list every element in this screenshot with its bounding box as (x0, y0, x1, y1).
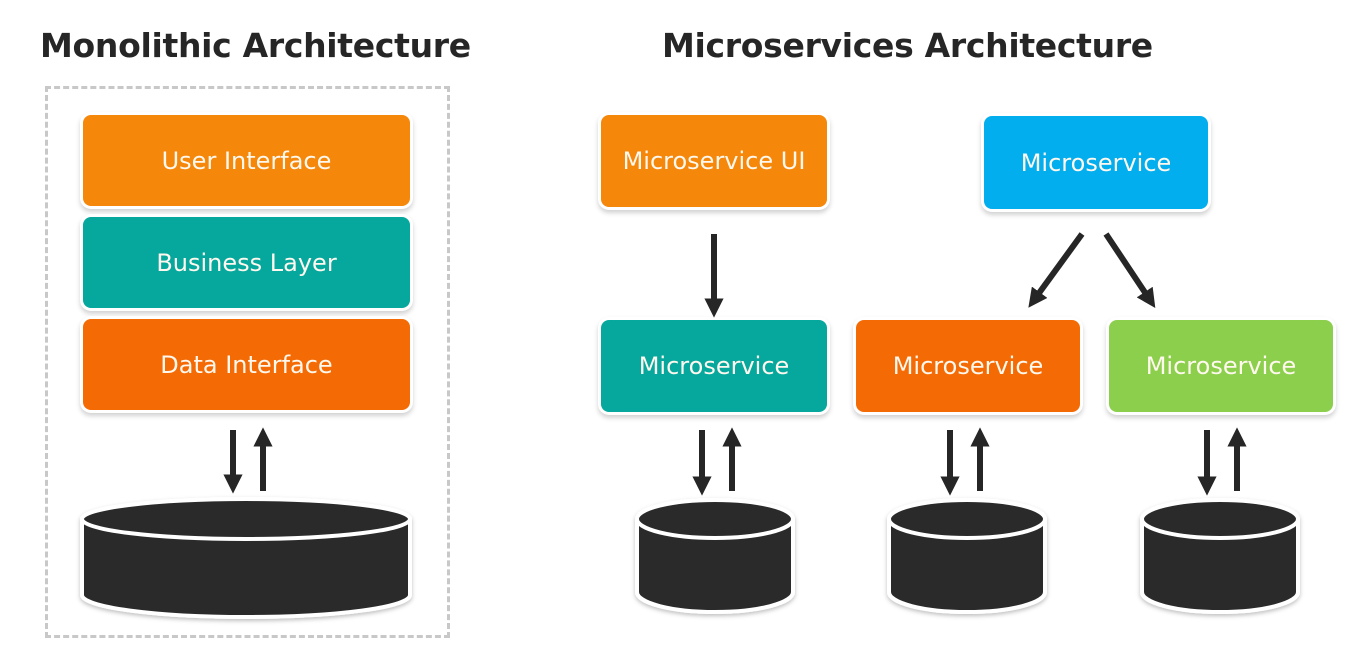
arrow-diagonal-right-icon (1103, 232, 1156, 308)
node-label: Microservice (1145, 352, 1297, 380)
layer-label: Data Interface (160, 350, 333, 379)
node-label: Microservice (638, 352, 790, 380)
node-label: Microservice UI (622, 147, 806, 175)
user-interface-layer: User Interface (83, 115, 410, 206)
microservice-db-group (635, 427, 795, 614)
database-icon (635, 498, 795, 614)
database-icon (1140, 498, 1300, 614)
layer-label: User Interface (161, 146, 332, 175)
microservice-top-node: Microservice (984, 116, 1208, 209)
microservice-ui-node: Microservice UI (601, 115, 827, 207)
microservice-green-node: Microservice (1109, 320, 1333, 412)
business-layer: Business Layer (83, 217, 410, 308)
microservice-orange-node: Microservice (856, 320, 1080, 412)
monolithic-title: Monolithic Architecture (40, 26, 471, 65)
layer-label: Business Layer (156, 248, 337, 277)
arrow-diagonal-left-icon (1028, 232, 1085, 308)
microservice-teal-node: Microservice (601, 320, 827, 412)
microservice-db-group (1140, 427, 1300, 614)
data-interface-layer: Data Interface (83, 319, 410, 410)
database-icon (887, 498, 1047, 614)
microservice-db-group (887, 427, 1047, 614)
node-label: Microservice (1020, 148, 1172, 177)
node-label: Microservice (892, 352, 1044, 380)
microservices-title: Microservices Architecture (662, 26, 1153, 65)
